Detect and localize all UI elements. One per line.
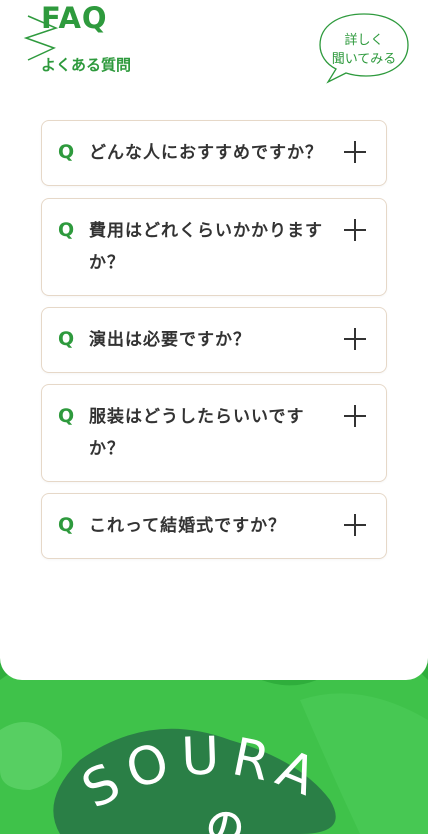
plus-icon[interactable]: [344, 405, 366, 427]
faq-question: 服装はどうしたらいいですか？: [89, 407, 305, 459]
faq-title: FAQ: [41, 1, 108, 35]
ask-button-line1: 詳しく: [344, 33, 384, 48]
faq-item[interactable]: Q どんな人におすすめですか？: [41, 120, 387, 186]
faq-item[interactable]: Q これって結婚式ですか？: [41, 493, 387, 559]
faq-panel: FAQ よくある質問 詳しく 聞いてみる Q どんな人におすすめですか？ Q 費…: [0, 0, 428, 680]
q-marker: Q: [58, 219, 75, 241]
q-marker: Q: [58, 328, 75, 350]
faq-item[interactable]: Q 演出は必要ですか？: [41, 307, 387, 373]
plus-icon[interactable]: [344, 219, 366, 241]
soura-brand-art: SOURA の: [73, 726, 334, 834]
faq-question: どんな人におすすめですか？: [89, 143, 323, 163]
plus-icon[interactable]: [344, 514, 366, 536]
faq-question: 費用はどれくらいかかりますか？: [89, 221, 323, 273]
faq-subtitle: よくある質問: [41, 56, 132, 74]
q-marker: Q: [58, 405, 75, 427]
q-marker: Q: [58, 514, 75, 536]
faq-item[interactable]: Q 費用はどれくらいかかりますか？: [41, 198, 387, 296]
plus-icon[interactable]: [344, 328, 366, 350]
faq-question: 演出は必要ですか？: [89, 330, 251, 350]
faq-item[interactable]: Q 服装はどうしたらいいですか？: [41, 384, 387, 482]
soura-no-glyph: の: [206, 805, 244, 834]
faq-logo: FAQ よくある質問: [22, 1, 162, 78]
ask-button-line2: 聞いてみる: [331, 52, 397, 67]
soura-wordmark: SOURA: [73, 726, 334, 821]
faq-question: これって結婚式ですか？: [89, 516, 287, 536]
plus-icon[interactable]: [344, 141, 366, 163]
q-marker: Q: [58, 141, 75, 163]
ask-more-button[interactable]: 詳しく 聞いてみる: [318, 12, 410, 84]
